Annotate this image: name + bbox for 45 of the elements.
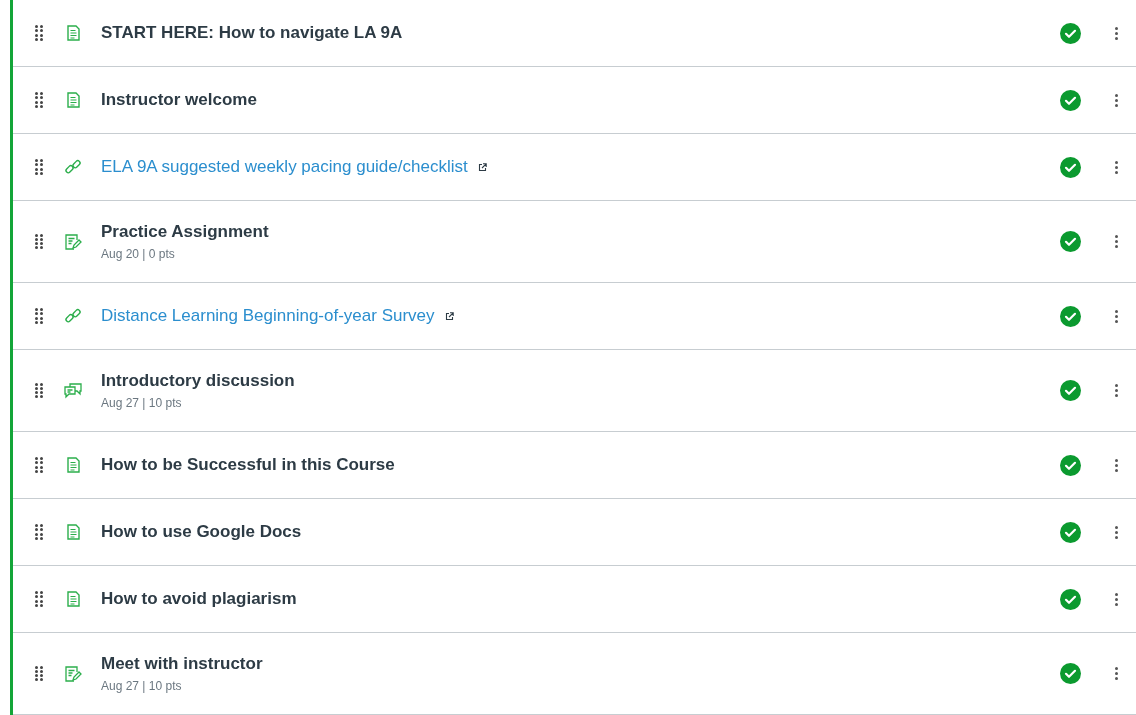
link-icon bbox=[64, 158, 82, 176]
external-link[interactable]: Distance Learning Beginning-of-year Survey bbox=[101, 306, 454, 326]
drag-handle-icon[interactable] bbox=[35, 25, 43, 41]
published-check-icon[interactable] bbox=[1060, 305, 1081, 327]
document-icon bbox=[66, 524, 80, 540]
due-date-points: Aug 27 | 10 pts bbox=[101, 679, 182, 693]
external-link[interactable]: ELA 9A suggested weekly pacing guide/checklist bbox=[101, 157, 487, 177]
published-check-icon[interactable] bbox=[1060, 89, 1081, 111]
external-link-icon bbox=[444, 311, 454, 321]
item-title[interactable]: How to be Successful in this Course bbox=[101, 455, 395, 475]
drag-handle-icon[interactable] bbox=[35, 665, 43, 682]
link-icon bbox=[64, 307, 82, 325]
published-check-icon[interactable] bbox=[1060, 22, 1081, 44]
document-icon bbox=[66, 457, 80, 473]
item-title[interactable]: Introductory discussion bbox=[101, 371, 295, 391]
document-icon bbox=[66, 92, 80, 108]
drag-handle-icon[interactable] bbox=[35, 524, 43, 540]
document-icon bbox=[66, 25, 80, 41]
published-check-icon[interactable] bbox=[1060, 521, 1081, 543]
item-title[interactable]: START HERE: How to navigate LA 9A bbox=[101, 23, 403, 43]
assignment-icon bbox=[64, 233, 82, 250]
drag-handle-icon[interactable] bbox=[35, 233, 43, 250]
drag-handle-icon[interactable] bbox=[35, 159, 43, 175]
item-title[interactable]: Instructor welcome bbox=[101, 90, 257, 110]
drag-handle-icon[interactable] bbox=[35, 457, 43, 473]
published-check-icon[interactable] bbox=[1060, 156, 1081, 178]
discussion-icon bbox=[64, 382, 82, 399]
external-link-icon bbox=[477, 162, 487, 172]
due-date-points: Aug 20 | 0 pts bbox=[101, 247, 175, 261]
published-check-icon[interactable] bbox=[1060, 663, 1081, 684]
item-title[interactable]: Meet with instructor bbox=[101, 654, 263, 674]
published-check-icon[interactable] bbox=[1060, 231, 1081, 252]
drag-handle-icon[interactable] bbox=[35, 591, 43, 607]
item-title[interactable]: How to use Google Docs bbox=[101, 522, 302, 542]
due-date-points: Aug 27 | 10 pts bbox=[101, 396, 182, 410]
item-title[interactable]: How to avoid plagiarism bbox=[101, 589, 297, 609]
published-check-icon[interactable] bbox=[1060, 588, 1081, 610]
item-title[interactable]: Practice Assignment bbox=[101, 222, 269, 242]
published-check-icon[interactable] bbox=[1060, 454, 1081, 476]
drag-handle-icon[interactable] bbox=[35, 382, 43, 399]
assignment-icon bbox=[64, 665, 82, 682]
document-icon bbox=[66, 591, 80, 607]
drag-handle-icon[interactable] bbox=[35, 92, 43, 108]
published-check-icon[interactable] bbox=[1060, 380, 1081, 401]
drag-handle-icon[interactable] bbox=[35, 308, 43, 324]
